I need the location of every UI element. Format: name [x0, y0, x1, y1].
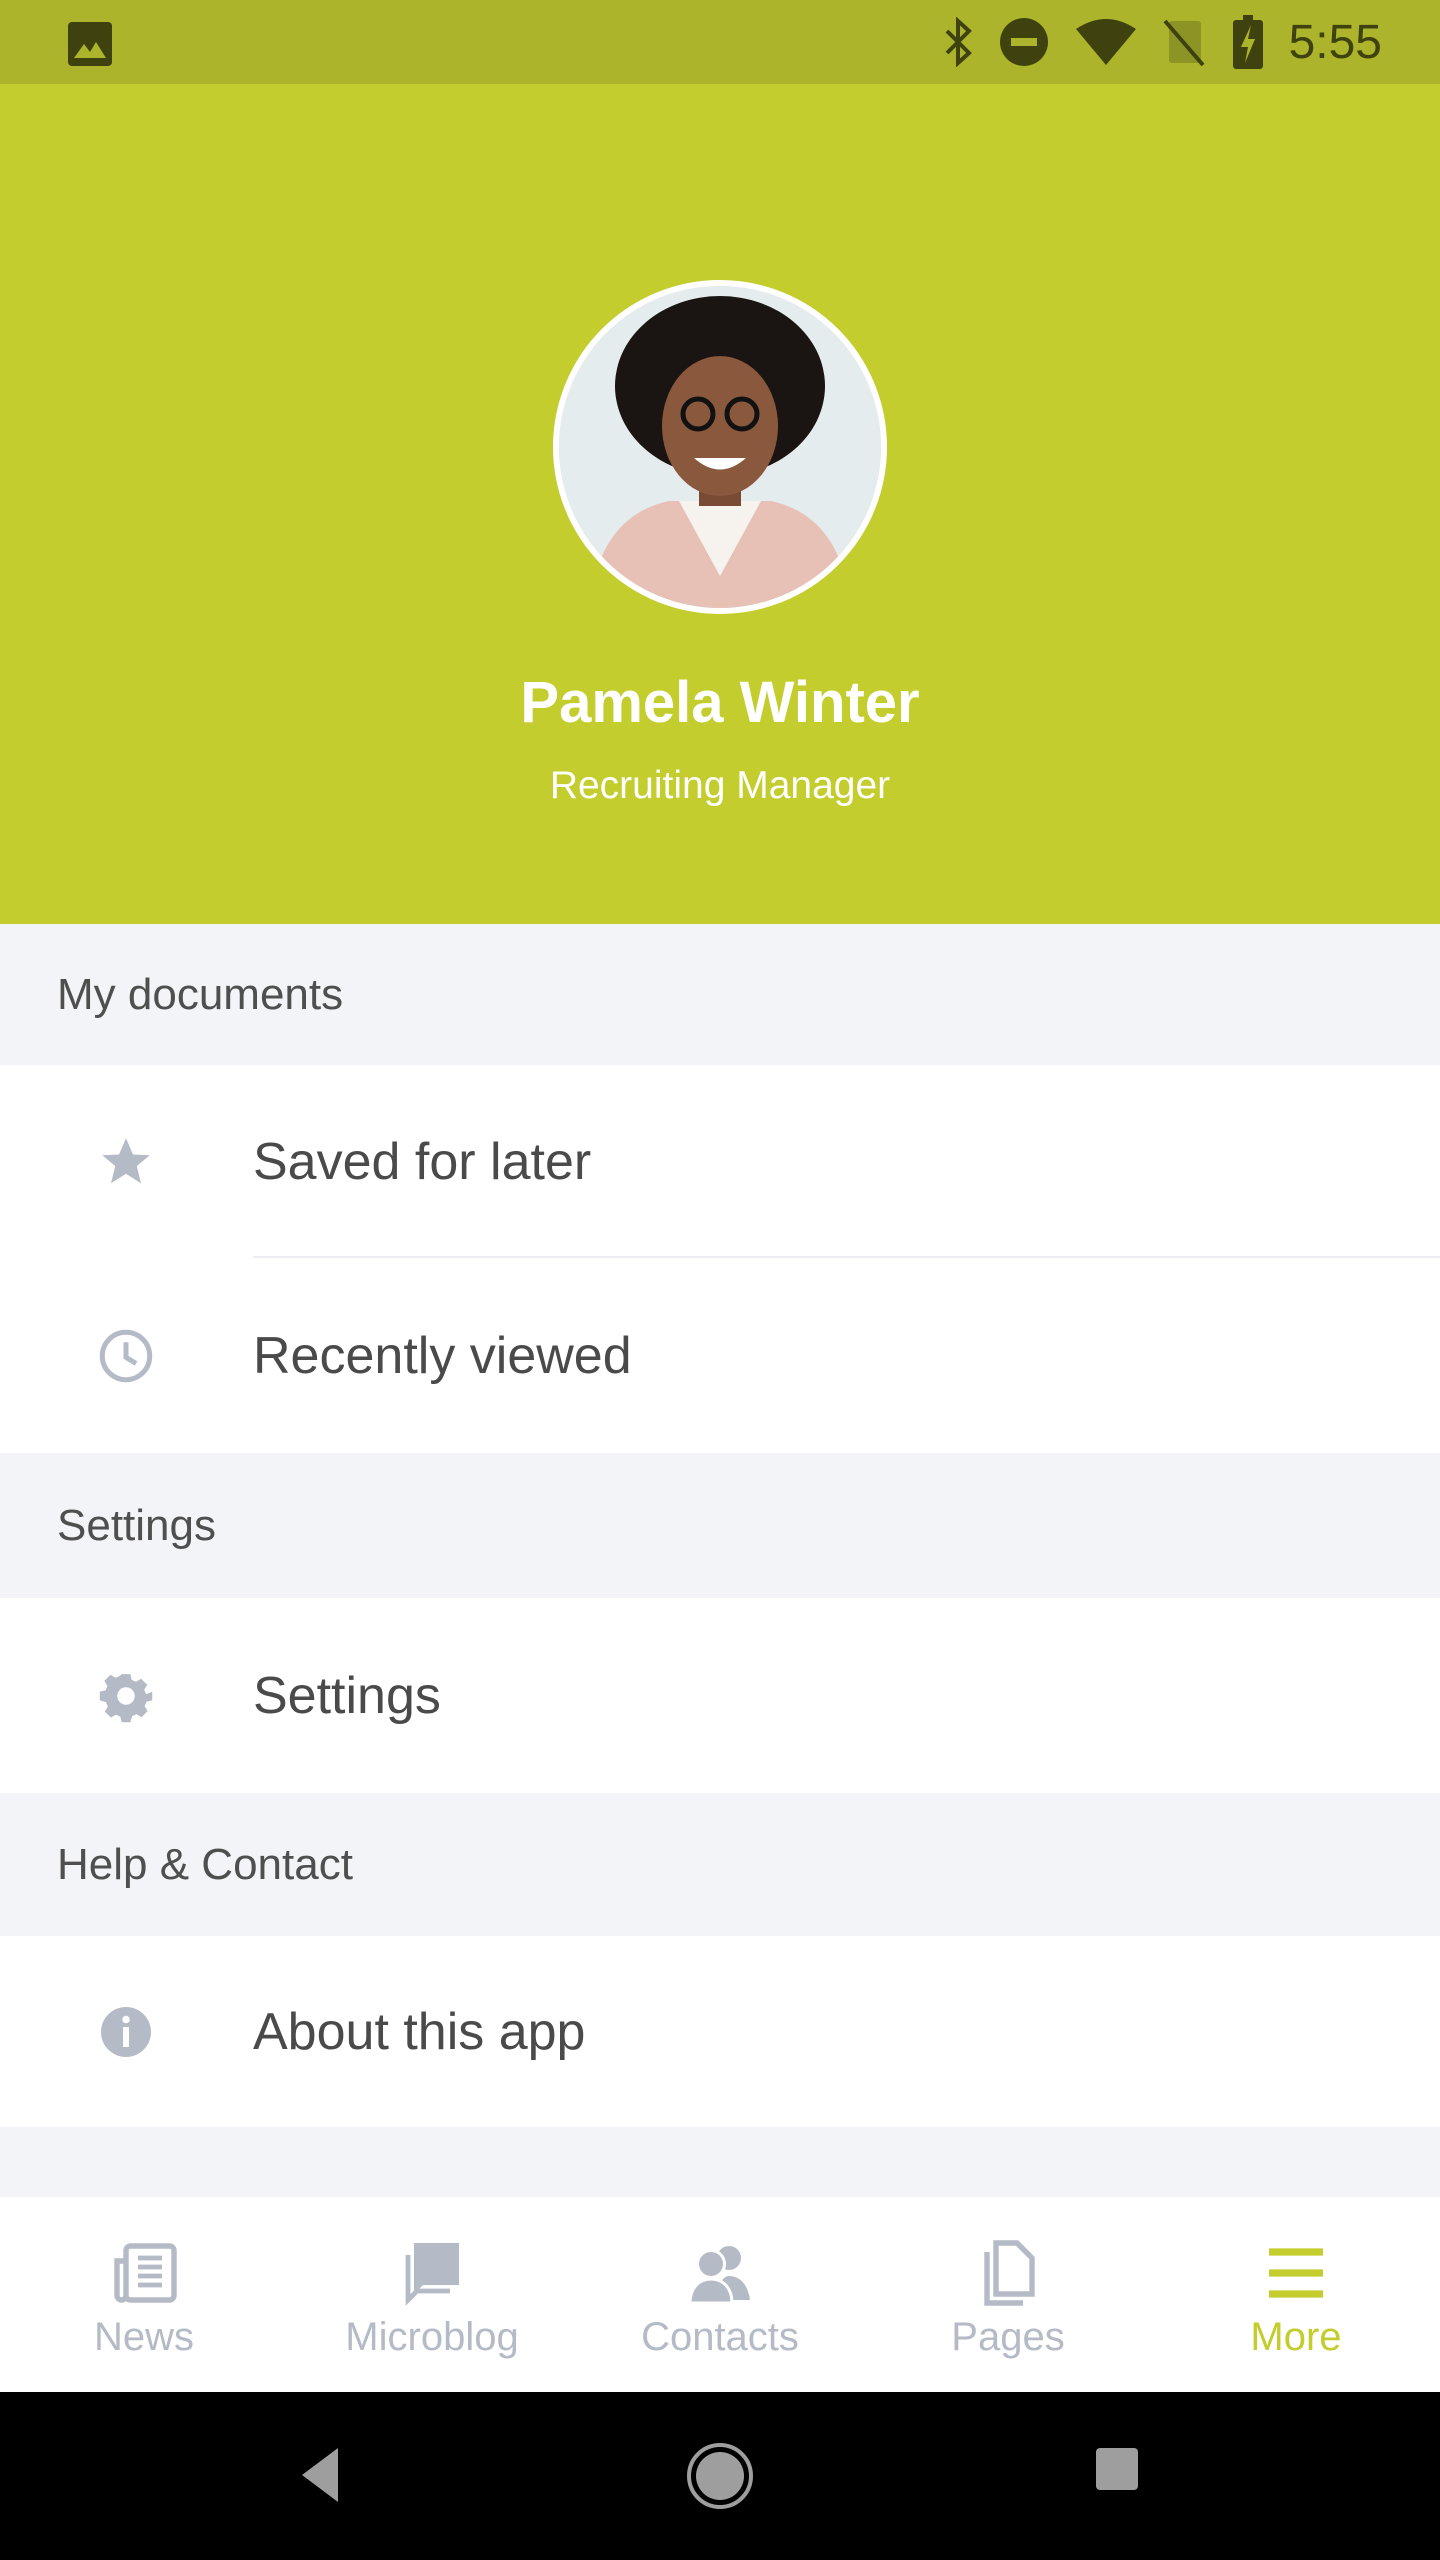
battery-charging-icon — [1232, 15, 1263, 69]
star-icon — [102, 1137, 150, 1183]
do-not-disturb-icon — [999, 18, 1048, 66]
profile-name: Pamela Winter — [520, 670, 920, 735]
info-icon — [101, 2006, 151, 2057]
menu-item-about-this-app[interactable]: About this app — [0, 1936, 1440, 2127]
menu-item-label: Settings — [253, 1666, 441, 1725]
bottom-navigation: News Microblog Contacts Pages More — [0, 2197, 1440, 2392]
section-header-my-documents: My documents — [0, 924, 1440, 1065]
chat-bubbles-icon — [405, 2243, 459, 2306]
tab-contacts[interactable]: Contacts — [576, 2197, 864, 2392]
image-icon — [68, 22, 112, 71]
menu-item-saved-for-later[interactable]: Saved for later — [0, 1065, 1440, 1258]
clock-time: 5:55 — [1288, 15, 1382, 69]
avatar[interactable] — [553, 280, 887, 614]
contacts-icon — [688, 2246, 750, 2305]
profile-role: Recruiting Manager — [549, 764, 891, 807]
menu-item-label: Recently viewed — [253, 1326, 632, 1385]
back-icon[interactable] — [300, 2446, 342, 2504]
tab-more[interactable]: More — [1152, 2197, 1440, 2392]
newspaper-icon — [114, 2243, 177, 2303]
recents-icon[interactable] — [1096, 2448, 1138, 2490]
system-navigation-bar — [0, 2392, 1440, 2560]
menu-item-settings[interactable]: Settings — [0, 1598, 1440, 1793]
bluetooth-icon — [945, 17, 972, 67]
menu-item-label: Saved for later — [253, 1132, 592, 1191]
tab-news[interactable]: News — [0, 2197, 288, 2392]
status-bar: 5:55 — [0, 0, 1440, 84]
clock-icon — [99, 1329, 153, 1382]
tab-pages[interactable]: Pages — [864, 2197, 1152, 2392]
hamburger-menu-icon — [1269, 2248, 1323, 2298]
tab-label: Microblog — [345, 2315, 519, 2359]
section-header-help-contact: Help & Contact — [0, 1793, 1440, 1936]
tab-label: More — [1250, 2315, 1342, 2359]
tab-label: Pages — [951, 2315, 1065, 2359]
menu-item-label: About this app — [253, 2002, 586, 2061]
menu-item-recently-viewed[interactable]: Recently viewed — [0, 1258, 1440, 1453]
tab-microblog[interactable]: Microblog — [288, 2197, 576, 2392]
pages-icon — [984, 2240, 1035, 2306]
profile-header: Pamela Winter Recruiting Manager — [0, 84, 1440, 924]
section-header-settings: Settings — [0, 1453, 1440, 1598]
tab-label: Contacts — [641, 2315, 799, 2359]
home-icon[interactable] — [686, 2442, 754, 2510]
wifi-icon — [1075, 19, 1136, 65]
tab-label: News — [93, 2315, 195, 2359]
no-sim-icon — [1163, 19, 1205, 67]
gear-icon — [99, 1673, 153, 1722]
